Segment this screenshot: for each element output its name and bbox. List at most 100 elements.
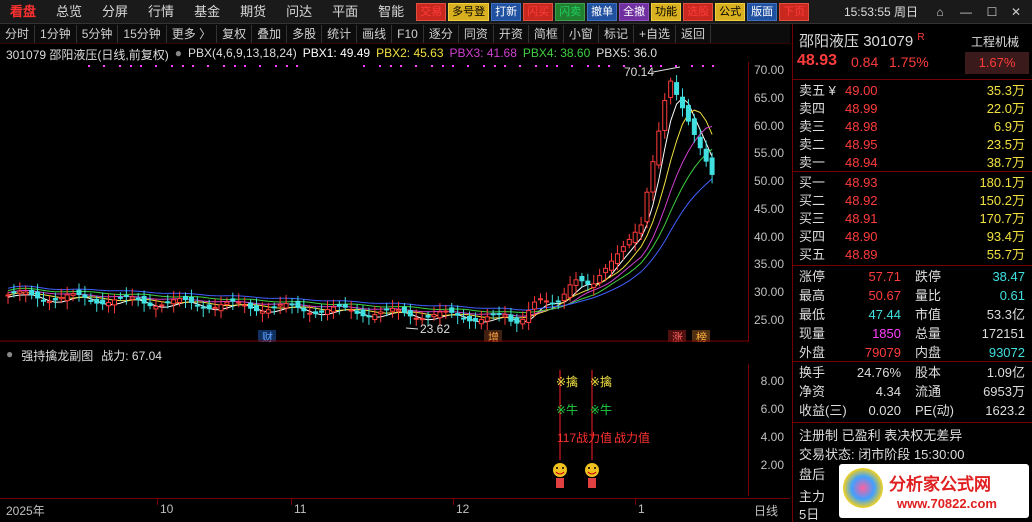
menu-item-4[interactable]: 基金 bbox=[184, 0, 230, 24]
stats-row: 最高 50.67 量比 0.61 bbox=[793, 287, 1032, 305]
signal-qin-1: ※擒 bbox=[556, 374, 578, 389]
date-tick: 10 bbox=[160, 502, 174, 516]
candle-body bbox=[472, 317, 478, 322]
toolbar-item-0[interactable]: 分时 bbox=[0, 24, 36, 43]
candle-body bbox=[224, 301, 230, 305]
bids-label: 买一 bbox=[799, 175, 826, 190]
toolbar-item-3[interactable]: 15分钟 bbox=[118, 24, 167, 43]
toolbar-item-4[interactable]: 更多 〉 bbox=[167, 24, 218, 43]
toolbar-item-18[interactable]: 返回 bbox=[676, 24, 711, 43]
toolbar-item-17[interactable]: +自选 bbox=[634, 24, 676, 43]
stat2-v1: 24.76% bbox=[856, 365, 901, 380]
candle-body bbox=[11, 291, 17, 294]
menu-item-6[interactable]: 问达 bbox=[276, 0, 322, 24]
badge-cai[interactable]: 财 bbox=[262, 330, 273, 342]
five-day-row: 5日 bbox=[799, 507, 820, 522]
price-tick: 35.00 bbox=[753, 257, 784, 272]
menu-item-3[interactable]: 行情 bbox=[138, 0, 184, 24]
bids-row[interactable]: 买三 48.91 170.7万 bbox=[793, 210, 1032, 228]
tool-button-6[interactable]: 全撤 bbox=[619, 2, 650, 21]
tool-button-0[interactable]: 交易 bbox=[416, 2, 447, 21]
asks-row[interactable]: 卖五 ¥ 49.00 35.3万 bbox=[793, 82, 1032, 100]
toolbar-item-7[interactable]: 多股 bbox=[287, 24, 323, 43]
toolbar-item-5[interactable]: 复权 bbox=[217, 24, 253, 43]
stat-l2: 量比 bbox=[915, 288, 942, 303]
badge-bang[interactable]: 榜 bbox=[696, 330, 707, 342]
candle-body bbox=[597, 275, 603, 284]
tool-button-9[interactable]: 公式 bbox=[715, 2, 746, 21]
menu-item-5[interactable]: 期货 bbox=[230, 0, 276, 24]
stat-l2: 总量 bbox=[915, 326, 942, 341]
asks-row[interactable]: 卖三 48.98 6.9万 bbox=[793, 118, 1032, 136]
bids-row[interactable]: 买一 48.93 180.1万 bbox=[793, 174, 1032, 192]
toolbar-item-8[interactable]: 统计 bbox=[322, 24, 358, 43]
candle-body bbox=[330, 306, 336, 313]
maximize-icon[interactable]: ☐ bbox=[982, 4, 1002, 20]
tool-button-2[interactable]: 打新 bbox=[491, 2, 522, 21]
tool-button-10[interactable]: 版面 bbox=[747, 2, 778, 21]
candle-body bbox=[685, 105, 691, 122]
pbx-params: PBX(4,6,9,13,18,24) bbox=[187, 46, 297, 60]
sub-indicator-chart[interactable]: ※擒 ※擒 ※牛 ※牛 117战力值 战力值 bbox=[0, 364, 748, 498]
tool-button-7[interactable]: 功能 bbox=[651, 2, 682, 21]
signal-dot bbox=[571, 65, 573, 67]
close-icon[interactable]: ✕ bbox=[1006, 4, 1026, 20]
clock: 15:53:55 周日 bbox=[843, 5, 918, 19]
tool-button-5[interactable]: 撤单 bbox=[587, 2, 618, 21]
logo-title: 分析家公式网 bbox=[889, 475, 991, 494]
sub-dropdown-icon[interactable]: ● bbox=[6, 347, 13, 364]
menu-item-7[interactable]: 平面 bbox=[322, 0, 368, 24]
industry-name[interactable]: 工程机械 bbox=[971, 33, 1019, 50]
candle-body bbox=[283, 303, 289, 309]
signal-dot bbox=[494, 65, 496, 67]
candle-body bbox=[271, 306, 277, 309]
pbx1-value: PBX1: 49.49 bbox=[302, 46, 371, 60]
badge-zhang[interactable]: 涨 bbox=[672, 331, 683, 342]
tool-button-3[interactable]: 闪买 bbox=[523, 2, 554, 21]
toolbar-item-13[interactable]: 开资 bbox=[494, 24, 529, 43]
price-tick: 30.00 bbox=[753, 285, 784, 300]
signal-dot bbox=[275, 65, 277, 67]
asks-price: 49.00 bbox=[845, 83, 878, 98]
toolbar-item-9[interactable]: 画线 bbox=[357, 24, 393, 43]
menu-item-1[interactable]: 总览 bbox=[46, 0, 92, 24]
toolbar-item-6[interactable]: 叠加 bbox=[252, 24, 288, 43]
kline-chart[interactable]: 70.14 23.62 财 增 涨 榜 bbox=[0, 62, 748, 342]
candle-body bbox=[703, 148, 709, 162]
toolbar-item-1[interactable]: 1分钟 bbox=[35, 24, 77, 43]
toolbar-item-15[interactable]: 小窗 bbox=[564, 24, 599, 43]
toolbar-item-11[interactable]: 逐分 bbox=[424, 24, 459, 43]
signal-dot bbox=[379, 65, 381, 67]
candle-body bbox=[579, 276, 585, 282]
candle-body bbox=[58, 296, 64, 300]
home-icon[interactable]: ⌂ bbox=[930, 4, 950, 20]
menu-item-8[interactable]: 智能 bbox=[368, 0, 414, 24]
toolbar-item-2[interactable]: 5分钟 bbox=[77, 24, 119, 43]
bids-row[interactable]: 买四 48.90 93.4万 bbox=[793, 228, 1032, 246]
stat2-v2: 6953万 bbox=[983, 384, 1025, 399]
menu-item-2[interactable]: 分屏 bbox=[92, 0, 138, 24]
minimize-icon[interactable]: — bbox=[956, 4, 976, 20]
signal-dot bbox=[155, 65, 157, 67]
asks-row[interactable]: 卖四 48.99 22.0万 bbox=[793, 100, 1032, 118]
badge-zeng[interactable]: 增 bbox=[488, 330, 499, 342]
bids-row[interactable]: 买二 48.92 150.2万 bbox=[793, 192, 1032, 210]
toolbar-item-14[interactable]: 简框 bbox=[529, 24, 564, 43]
stats2-row: 净资 4.34 流通 6953万 bbox=[793, 383, 1032, 401]
candle-body bbox=[449, 307, 455, 313]
menu-item-0[interactable]: 看盘 bbox=[0, 0, 46, 24]
toolbar-item-12[interactable]: 同资 bbox=[459, 24, 494, 43]
tool-button-11[interactable]: 下页 bbox=[779, 2, 810, 21]
bids-row[interactable]: 买五 48.89 55.7万 bbox=[793, 246, 1032, 264]
asks-row[interactable]: 卖一 48.94 38.7万 bbox=[793, 154, 1032, 172]
asks-row[interactable]: 卖二 48.95 23.5万 bbox=[793, 136, 1032, 154]
candle-body bbox=[632, 231, 638, 243]
tool-button-4[interactable]: 闪卖 bbox=[555, 2, 586, 21]
tool-button-1[interactable]: 多号登 bbox=[448, 2, 490, 21]
toolbar-item-16[interactable]: 标记 bbox=[599, 24, 634, 43]
dropdown-icon[interactable]: ● bbox=[175, 46, 182, 62]
toolbar-item-10[interactable]: F10 bbox=[392, 24, 424, 43]
signal-dot bbox=[608, 65, 610, 67]
signal-dot bbox=[675, 65, 677, 67]
tool-button-8[interactable]: 选股 bbox=[683, 2, 714, 21]
